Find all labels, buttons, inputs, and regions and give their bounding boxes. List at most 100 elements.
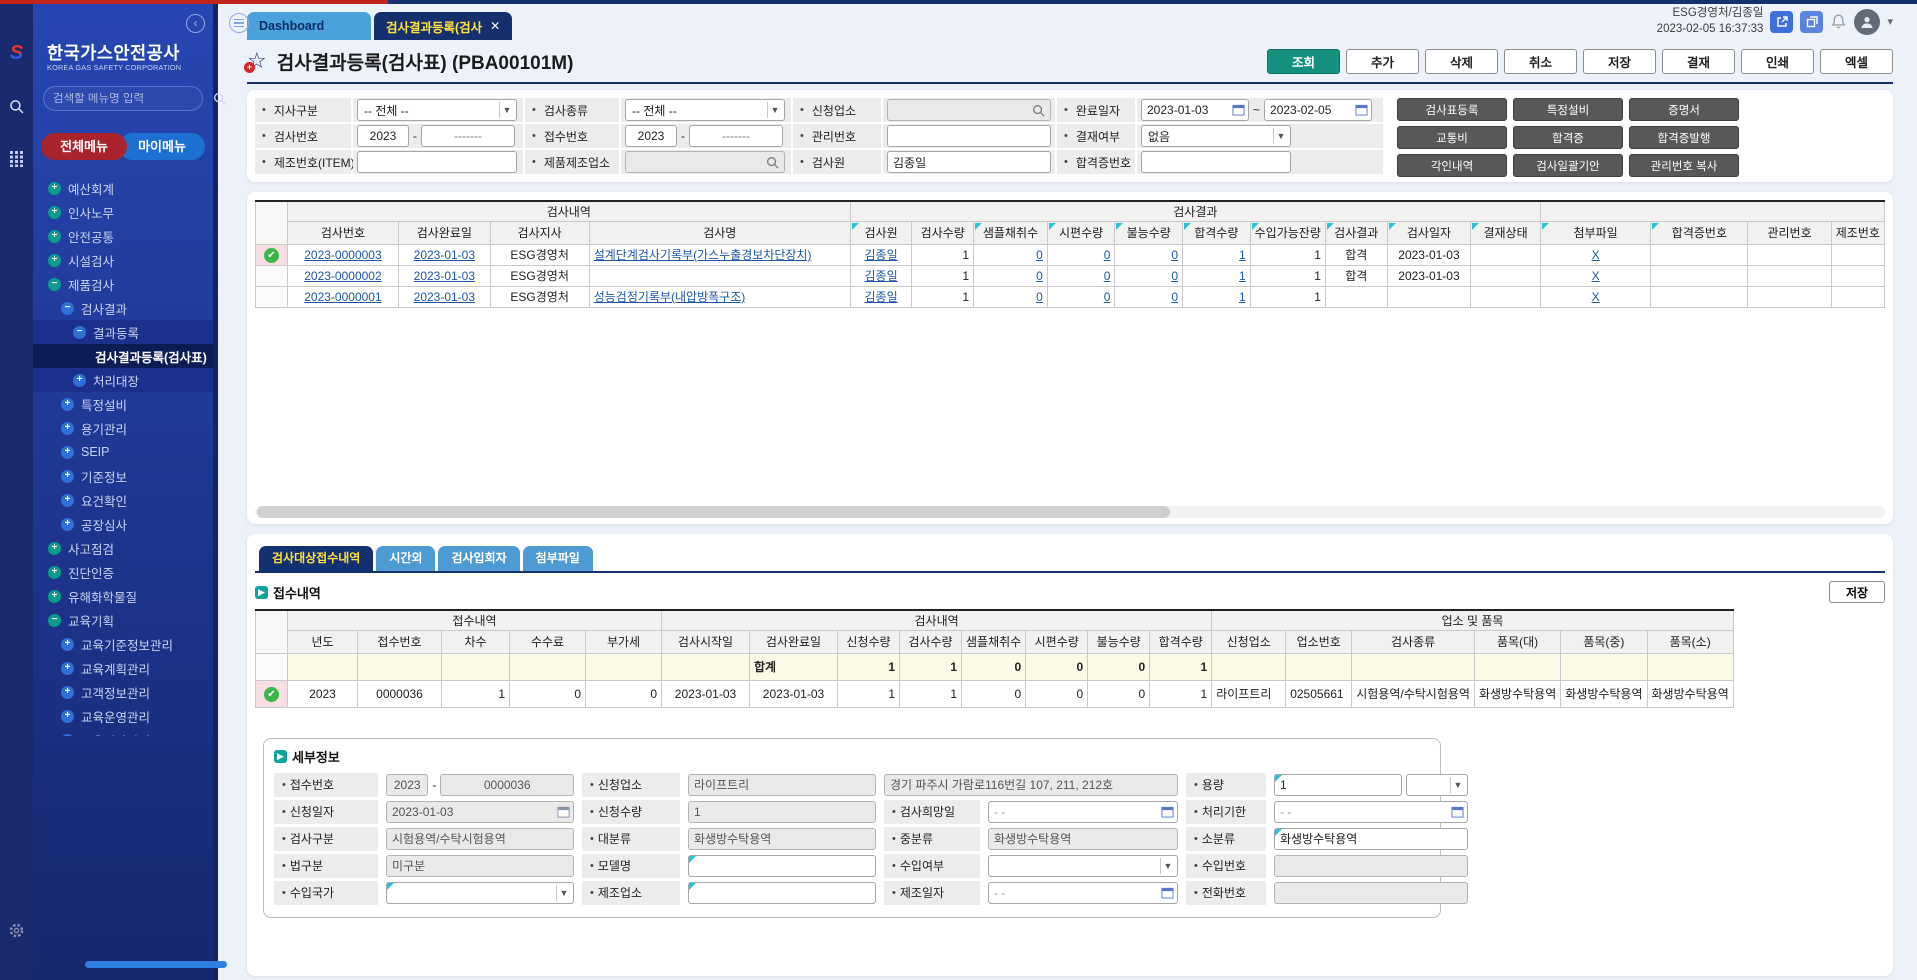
search-icon[interactable] — [766, 156, 779, 169]
column-header[interactable]: 품목(중) — [1561, 630, 1647, 653]
branch-select[interactable]: -- 전체 --▼ — [357, 99, 517, 121]
search-icon[interactable] — [9, 99, 24, 117]
sidebar-item[interactable]: +교육기준정보관리 — [33, 632, 213, 656]
cert-no-input[interactable] — [1141, 151, 1291, 173]
sidebar-item[interactable]: +요건확인 — [33, 488, 213, 512]
cell-link[interactable]: 1 — [1239, 290, 1246, 304]
capacity-unit-select[interactable]: ▼ — [1406, 774, 1468, 796]
action-button[interactable]: 합격증발행 — [1629, 126, 1739, 149]
column-header[interactable]: 검사번호 — [287, 221, 398, 244]
sidebar-item[interactable]: +특정설비 — [33, 392, 213, 416]
cat-small-input[interactable] — [1274, 828, 1468, 850]
search-button[interactable]: 조회 — [1267, 49, 1340, 74]
column-header[interactable]: 검사종류 — [1352, 630, 1475, 653]
tab-dashboard[interactable]: Dashboard — [247, 12, 371, 40]
action-button[interactable]: 검사표등록 — [1397, 98, 1507, 121]
column-header[interactable]: 품목(소) — [1647, 630, 1733, 653]
sidebar-item[interactable]: −교육기획 — [33, 608, 213, 632]
column-header[interactable]: 접수번호 — [358, 630, 442, 653]
column-header[interactable]: 신청업소 — [1212, 630, 1286, 653]
model-input[interactable] — [688, 855, 876, 877]
column-header[interactable]: 검사일자 — [1387, 221, 1471, 244]
receipt-no-year-input[interactable] — [625, 125, 677, 147]
sidebar-item[interactable]: +안전공통 — [33, 224, 213, 248]
action-button[interactable]: 각인내역 — [1397, 154, 1507, 177]
mfg-no-input[interactable] — [357, 151, 517, 173]
cell-link[interactable]: 1 — [1239, 248, 1246, 262]
cell-link[interactable]: 2023-01-03 — [414, 290, 475, 304]
notification-bell-icon[interactable] — [1830, 13, 1847, 30]
sidebar-item[interactable]: −검사결과 — [33, 296, 213, 320]
cell-link[interactable]: 0 — [1036, 290, 1043, 304]
cell-link[interactable]: 2023-0000001 — [304, 290, 381, 304]
action-button[interactable]: 증명서 — [1629, 98, 1739, 121]
menu-search-input[interactable] — [53, 93, 207, 105]
save-button[interactable]: 저장 — [1583, 49, 1656, 74]
insp-type-select[interactable]: -- 전체 --▼ — [625, 99, 785, 121]
cell-link[interactable]: 0 — [1104, 290, 1111, 304]
sidebar-item[interactable]: +고객정보관리 — [33, 680, 213, 704]
cell-link[interactable]: 0 — [1171, 248, 1178, 262]
row-select-cell[interactable] — [256, 653, 288, 680]
sidebar-item[interactable]: +인사노무 — [33, 200, 213, 224]
sidebar-item[interactable]: +교육운영관리 — [33, 704, 213, 728]
tab-all-menu[interactable]: 전체메뉴 — [41, 133, 127, 160]
sidebar-collapse-icon[interactable]: ‹ — [186, 14, 205, 33]
avatar[interactable] — [1854, 9, 1880, 35]
cell-link[interactable]: 설계단계검사기록부(가스누출경보차단장치) — [594, 248, 812, 262]
row-select-cell[interactable] — [256, 265, 288, 286]
column-header[interactable]: 년도 — [288, 630, 358, 653]
cell-link[interactable]: 0 — [1171, 269, 1178, 283]
cell-link[interactable]: 성능검정기록부(내압방폭구조) — [594, 290, 746, 304]
column-header[interactable]: 검사시작일 — [662, 630, 750, 653]
sidebar-item[interactable]: −결과등록 — [33, 320, 213, 344]
column-header[interactable]: 제조번호 — [1831, 221, 1884, 244]
cell-link[interactable]: 김종일 — [864, 269, 897, 283]
cell-link[interactable]: 0 — [1036, 248, 1043, 262]
close-icon[interactable]: ✕ — [490, 19, 500, 33]
column-header[interactable]: 업소번호 — [1286, 630, 1352, 653]
calendar-icon[interactable] — [1451, 805, 1464, 818]
print-button[interactable]: 인쇄 — [1741, 49, 1814, 74]
column-header[interactable]: 시편수량 — [1026, 630, 1088, 653]
sidebar-item[interactable]: +기준정보 — [33, 464, 213, 488]
calendar-icon[interactable] — [1355, 103, 1368, 116]
cell-link[interactable]: 0 — [1104, 269, 1111, 283]
column-header[interactable]: 합격수량 — [1150, 630, 1212, 653]
favorite-star-icon[interactable]: ☆+ — [247, 48, 267, 74]
sidebar-item[interactable]: −제품검사 — [33, 272, 213, 296]
cell-link[interactable]: 2023-01-03 — [414, 269, 475, 283]
cell-link[interactable]: 2023-0000002 — [304, 269, 381, 283]
insp-no-year-input[interactable] — [357, 125, 409, 147]
due-date-input[interactable] — [1274, 801, 1468, 823]
approval-select[interactable]: 없음▼ — [1141, 125, 1291, 147]
delete-button[interactable]: 삭제 — [1425, 49, 1498, 74]
sidebar-item[interactable]: +예산회계 — [33, 176, 213, 200]
mgmt-no-input[interactable] — [887, 125, 1051, 147]
column-header[interactable]: 검사수량 — [900, 630, 962, 653]
scrollbar-thumb[interactable] — [257, 506, 1170, 518]
column-header[interactable]: 검사원 — [850, 221, 911, 244]
sidebar-item[interactable]: +유해화학물질 — [33, 584, 213, 608]
sidebar-item[interactable]: +공장심사 — [33, 512, 213, 536]
popup-window-icon[interactable] — [1800, 11, 1823, 33]
column-header[interactable]: 시편수량 — [1047, 221, 1115, 244]
cell-link[interactable]: 0 — [1036, 269, 1043, 283]
column-header[interactable]: 검사완료일 — [750, 630, 838, 653]
cell-link[interactable]: 김종일 — [864, 290, 897, 304]
column-header[interactable]: 첨부파일 — [1540, 221, 1650, 244]
column-header[interactable]: 수입가능잔량 — [1250, 221, 1325, 244]
column-header[interactable]: 관리번호 — [1748, 221, 1831, 244]
column-header[interactable]: 합격증번호 — [1651, 221, 1748, 244]
column-header[interactable]: 검사완료일 — [399, 221, 490, 244]
external-link-icon[interactable] — [1770, 11, 1793, 33]
action-button[interactable]: 검사일괄기안 — [1513, 154, 1623, 177]
calendar-icon[interactable] — [557, 805, 570, 818]
column-header[interactable]: 불능수량 — [1088, 630, 1150, 653]
column-header[interactable]: 차수 — [442, 630, 510, 653]
column-header[interactable]: 불능수량 — [1115, 221, 1183, 244]
approve-button[interactable]: 결재 — [1662, 49, 1735, 74]
sidebar-item[interactable]: +교육계획관리 — [33, 656, 213, 680]
cell-link[interactable]: 1 — [1239, 269, 1246, 283]
sidebar-scrollbar[interactable] — [85, 961, 227, 968]
